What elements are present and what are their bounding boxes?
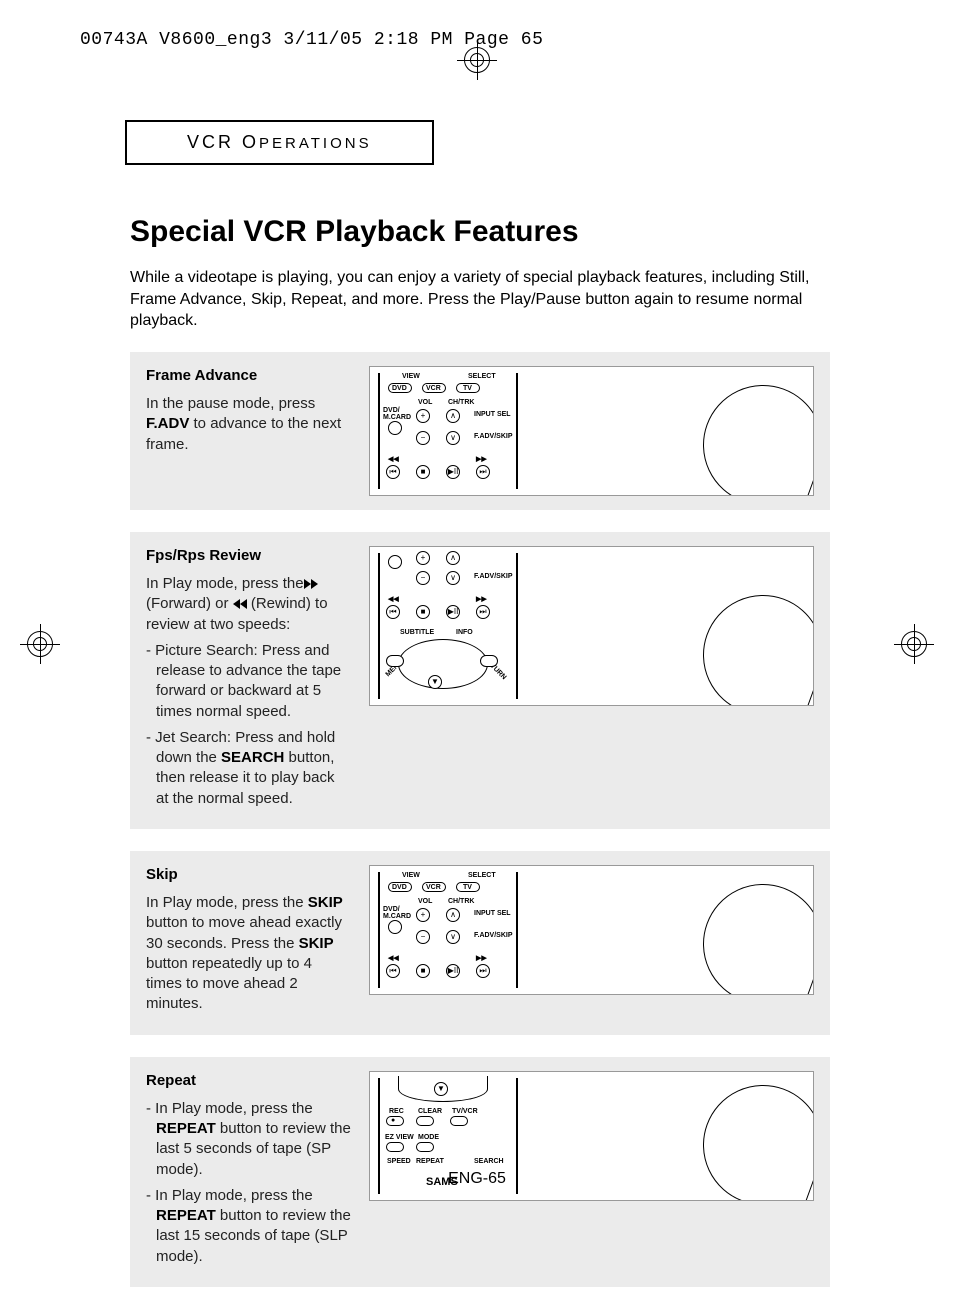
- feature-title: Frame Advance: [146, 366, 351, 386]
- feature-body: In the pause mode, press F.ADV to advanc…: [146, 394, 351, 455]
- feature-bullet: - In Play mode, press the REPEAT button …: [146, 1099, 351, 1180]
- intro-paragraph: While a videotape is playing, you can en…: [130, 267, 830, 332]
- registration-mark-left: [20, 624, 60, 664]
- feature-title: Fps/Rps Review: [146, 546, 351, 566]
- rewind-icon: [240, 599, 247, 609]
- feature-bullet: - Picture Search: Press and release to a…: [146, 641, 351, 722]
- feature-body: In Play mode, press the SKIP button to m…: [146, 893, 351, 1015]
- registration-mark-right: [894, 624, 934, 664]
- page-content: VCR OPERATIONS Special VCR Playback Feat…: [130, 120, 830, 1309]
- feature-frame-advance: Frame Advance In the pause mode, press F…: [130, 352, 830, 510]
- feature-title: Repeat: [146, 1071, 351, 1091]
- remote-illustration: VIEW SELECT DVD VCR TV VOL CH/TRK DVD/ M…: [369, 865, 814, 995]
- feature-intro: In Play mode, press the (Forward) or (Re…: [146, 574, 351, 635]
- registration-mark-top: [457, 40, 497, 80]
- feature-skip: Skip In Play mode, press the SKIP button…: [130, 851, 830, 1035]
- feature-fps-rps: Fps/Rps Review In Play mode, press the (…: [130, 532, 830, 829]
- remote-illustration: VIEW SELECT DVD VCR TV VOL CH/TRK DVD/ M…: [369, 366, 814, 496]
- section-header-box: VCR OPERATIONS: [125, 120, 434, 165]
- rewind-icon: [233, 599, 240, 609]
- section-header: VCR OPERATIONS: [187, 132, 372, 152]
- remote-illustration: + − ∧ ∨ F.ADV/SKIP ◀◀ ▶▶ ⏮ ■ ▶II ⏭ SUBTI…: [369, 546, 814, 706]
- page-title: Special VCR Playback Features: [130, 215, 830, 249]
- feature-bullet: - Jet Search: Press and hold down the SE…: [146, 728, 351, 809]
- page-number: ENG-65: [0, 1170, 954, 1188]
- feature-title: Skip: [146, 865, 351, 885]
- forward-icon: [304, 579, 311, 589]
- forward-icon: [311, 579, 318, 589]
- feature-bullet: - In Play mode, press the REPEAT button …: [146, 1186, 351, 1267]
